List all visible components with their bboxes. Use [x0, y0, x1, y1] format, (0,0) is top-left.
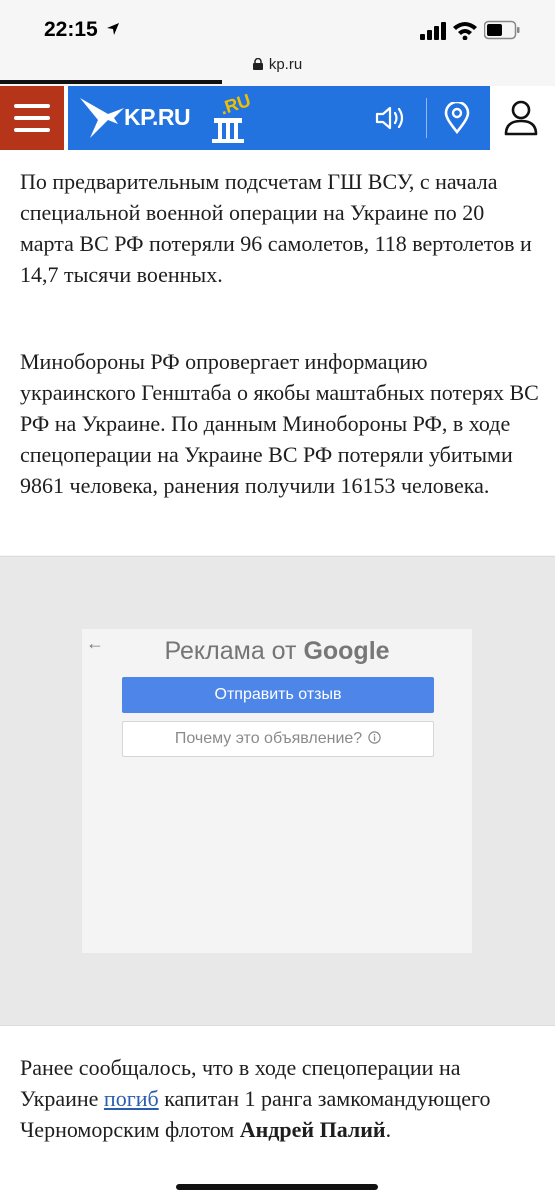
wifi-icon	[453, 22, 477, 40]
speaker-icon[interactable]	[374, 104, 408, 132]
info-icon	[368, 731, 381, 744]
menu-line-icon	[14, 104, 50, 108]
send-feedback-button[interactable]: Отправить отзыв	[122, 677, 434, 713]
person-name: Андрей Палий	[239, 1117, 386, 1142]
status-bar: 22:15	[0, 0, 555, 56]
site-header: KP.RU .RU	[0, 86, 555, 150]
battery-icon	[484, 20, 520, 40]
article-paragraph: Минобороны РФ опровергает информацию укр…	[20, 349, 539, 498]
menu-line-icon	[14, 128, 50, 132]
article-body-continued: Ранее сообщалось, что в ходе спецопераци…	[0, 1026, 555, 1200]
menu-button[interactable]	[0, 86, 64, 150]
home-indicator[interactable]	[176, 1184, 378, 1190]
ad-title-brand: Google	[303, 637, 390, 665]
cell-signal-icon	[420, 22, 446, 40]
ru-column-logo-icon: .RU	[212, 90, 252, 143]
site-logo-text[interactable]: KP.RU	[124, 104, 191, 131]
swallow-logo-icon[interactable]	[78, 94, 126, 140]
header-divider	[426, 98, 427, 138]
article-paragraph: Ранее сообщалось, что в ходе спецопераци…	[20, 1052, 540, 1145]
location-arrow-icon	[107, 23, 119, 35]
lock-icon	[252, 58, 263, 70]
why-this-ad-label: Почему это объявление?	[174, 730, 363, 747]
user-account-icon[interactable]	[504, 100, 538, 136]
why-this-ad-button[interactable]: Почему это объявление?	[122, 721, 434, 757]
article-body: По предварительным подсчетам ГШ ВСУ, с н…	[0, 150, 555, 555]
ad-title: Реклама от Google	[82, 637, 472, 666]
location-pin-icon[interactable]	[444, 102, 470, 134]
paragraph-text: .	[385, 1117, 392, 1142]
article-paragraph: По предварительным подсчетам ГШ ВСУ, с н…	[20, 169, 532, 287]
ad-title-prefix: Реклама от	[164, 637, 304, 665]
status-time: 22:15	[44, 18, 98, 41]
google-ad-feedback-card: ← Реклама от Google Отправить отзыв Поче…	[82, 629, 472, 953]
menu-line-icon	[14, 116, 50, 120]
url-bar[interactable]: kp.ru	[0, 50, 555, 82]
ad-container: ← Реклама от Google Отправить отзыв Поче…	[0, 556, 555, 1026]
url-text: kp.ru	[268, 56, 303, 73]
article-link-pogib[interactable]: погиб	[104, 1086, 159, 1111]
svg-text:.RU: .RU	[217, 90, 252, 119]
page-load-progress	[0, 80, 222, 84]
